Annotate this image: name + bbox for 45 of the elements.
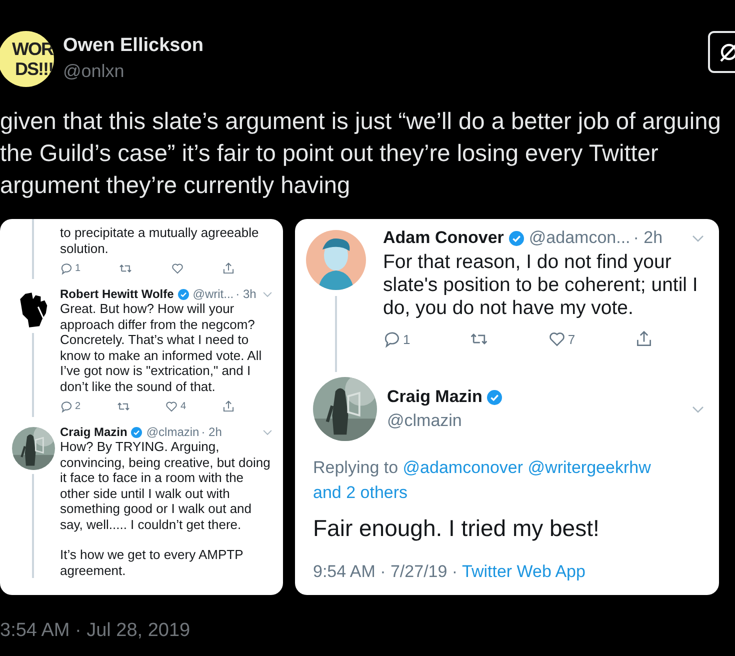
reply-icon[interactable] <box>60 400 73 413</box>
replying-to-text: Replying to @adamconover @writergeekrhw and 2 others <box>313 457 652 504</box>
reply-icon[interactable] <box>383 330 401 348</box>
post-time: · 2h <box>633 228 663 248</box>
mention-link[interactable]: @writergeekrhw <box>528 458 651 477</box>
share-icon[interactable] <box>222 262 235 275</box>
source-link[interactable]: Twitter Web App <box>462 562 586 581</box>
author-name[interactable]: Adam Conover <box>383 228 504 248</box>
author-handle[interactable]: @clmazin <box>387 411 691 431</box>
post-time: · 3h <box>236 287 256 301</box>
share-icon[interactable] <box>222 400 235 413</box>
tweet-body: It’s how we get to every AMPTP agreement. <box>60 547 244 578</box>
tweet-body: Great. But how? How will your approach differ from the negcom? Concretely. That’s what I need to know to make an informed vote. All I’ve got now is "extrication," and I don’t like the sound of that. <box>60 301 263 394</box>
heart-icon[interactable] <box>165 400 178 413</box>
count: 4 <box>180 401 186 412</box>
avatar-text: WOR <box>12 38 53 58</box>
mention-link[interactable]: and 2 others <box>313 483 408 502</box>
heart-icon[interactable] <box>548 330 566 348</box>
post-time: · 2h <box>201 425 222 439</box>
author-handle[interactable]: @clmazin <box>146 425 200 439</box>
count: 7 <box>568 332 576 346</box>
author-name[interactable]: Craig Mazin <box>387 387 482 407</box>
tweet-text: given that this slate’s argument is just “we’ll do a better job of arguing the Guild’s case” it’s fair to point out they’re losing every Twitter argument they’re currently having <box>0 108 722 201</box>
tweet-body: For that reason, I do not find your slate's position to be coherent; until I do, you do not have my vote. <box>383 251 699 320</box>
author-name[interactable]: Craig Mazin <box>60 425 128 439</box>
post-timestamp: 3:54 AM · Jul 28, 2019 <box>0 620 192 642</box>
count: 1 <box>403 332 410 346</box>
reply-icon[interactable] <box>60 262 73 275</box>
user-handle[interactable]: @onlxn <box>63 61 708 82</box>
count: 2 <box>75 401 81 412</box>
author-handle[interactable]: @adamcon... <box>528 228 630 248</box>
count: 1 <box>75 263 81 274</box>
heart-icon[interactable] <box>170 262 184 275</box>
tweet-body: Fair enough. I tried my best! <box>313 515 600 542</box>
mention-link[interactable]: @adamconover <box>402 458 524 477</box>
post-meta: 9:54 AM · 7/27/19 · Twitter Web App <box>313 562 586 582</box>
retweet-icon[interactable] <box>116 400 130 413</box>
author-handle[interactable]: @writ... <box>192 287 234 301</box>
tweet-body: How? By TRYING. Arguing, convincing, being creative, but doing it face to face in a room with the other side until I walk out with something good or I walk out and say, well..... I couldn’t get there. <box>60 439 272 532</box>
tweet-body: to precipitate a mutually agreeable solution. <box>60 225 260 256</box>
user-name[interactable]: Owen Ellickson <box>63 35 708 57</box>
avatar-text: DS!!! <box>15 58 53 78</box>
author-name[interactable]: Robert Hewitt Wolfe <box>60 287 174 301</box>
retweet-icon[interactable] <box>119 262 132 275</box>
share-icon[interactable] <box>635 330 653 348</box>
